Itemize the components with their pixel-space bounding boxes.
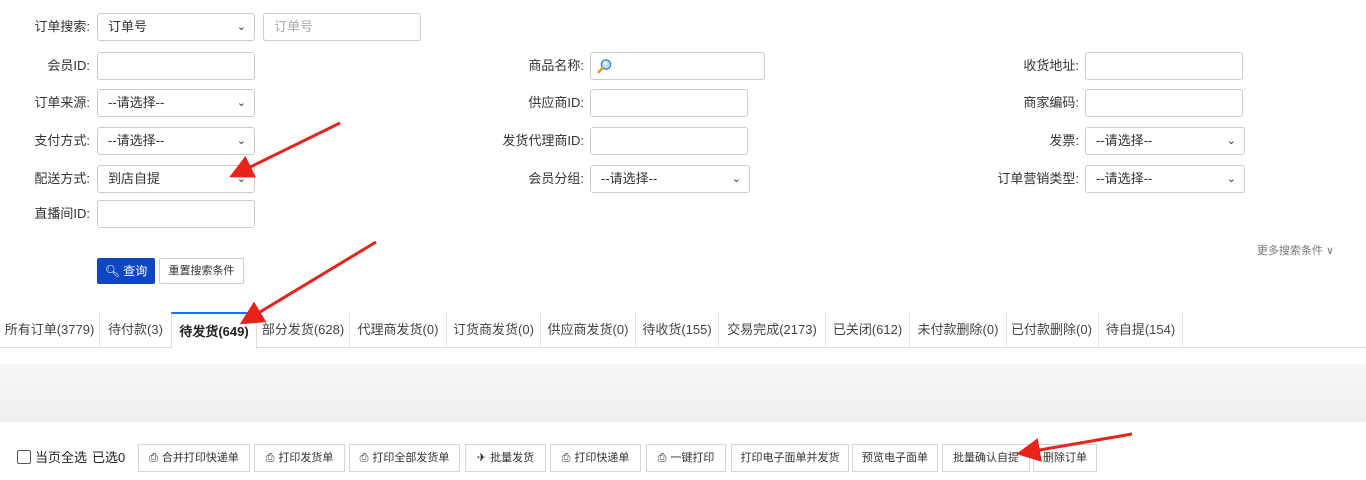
payment-select[interactable]: --请选择-- ⌄	[97, 127, 255, 155]
select-all-label[interactable]: 当页全选	[35, 444, 87, 472]
chevron-down-icon: ⌄	[1226, 173, 1236, 185]
bulk-button-label: 打印快递单	[574, 452, 630, 464]
bulk-button-6[interactable]: 打印电子面单并发货	[731, 444, 849, 472]
invoice-select[interactable]: --请选择-- ⌄	[1085, 127, 1245, 155]
chevron-down-icon: ⌄	[1226, 135, 1236, 147]
selected-count: 已选0	[92, 450, 126, 465]
annotation-arrow-delivery	[229, 121, 341, 178]
bulk-button-label: 批量确认自提	[953, 452, 1019, 464]
bulk-button-label: 预览电子面单	[862, 452, 928, 464]
bulk-button-5[interactable]: ⎙ 一键打印	[646, 444, 726, 472]
bulk-button-2[interactable]: ⎙ 打印全部发货单	[349, 444, 460, 472]
delivery-select[interactable]: 到店自提 ⌄	[97, 165, 255, 193]
bulk-button-label: 合并打印快递单	[161, 452, 239, 464]
printer-icon: ⎙	[149, 452, 158, 464]
select-all-checkbox[interactable]	[17, 450, 31, 464]
order-search-label: 订单搜索:	[34, 19, 90, 34]
bulk-button-label: 打印电子面单并发货	[740, 452, 840, 464]
product-name-label: 商品名称:	[528, 58, 584, 73]
order-status-tabs: 所有订单(3779) 待付款(3) 待发货(649) 部分发货(628) 代理商发货(0…	[0, 312, 1366, 349]
search-icon: 🔍︎	[104, 264, 120, 278]
bulk-button-label: 批量发货	[490, 452, 535, 464]
member-group-label: 会员分组:	[528, 171, 584, 186]
agent-id-input[interactable]	[590, 127, 748, 155]
tab-4[interactable]: 代理商发货(0)	[350, 312, 447, 348]
printer-icon: ⎙	[657, 452, 667, 464]
supplier-id-input[interactable]	[590, 89, 748, 117]
chevron-down-icon: ⌄	[236, 97, 246, 109]
query-button[interactable]: 🔍︎ 查询	[97, 258, 155, 284]
live-room-id-input[interactable]	[97, 200, 255, 228]
tab-10[interactable]: 未付款删除(0)	[910, 312, 1007, 348]
tab-11[interactable]: 已付款删除(0)	[1005, 312, 1099, 348]
bulk-button-9[interactable]: 删除订单	[1033, 444, 1097, 472]
bulk-button-8[interactable]: 批量确认自提	[942, 444, 1030, 472]
bulk-button-label: 一键打印	[670, 452, 715, 464]
chevron-down-icon: ⌄	[236, 173, 246, 185]
plane-icon: ✈	[476, 452, 487, 464]
payment-label: 支付方式:	[34, 133, 90, 148]
double-chevron-down-icon: ∨	[1325, 245, 1334, 257]
search-icon	[597, 59, 612, 74]
tab-6[interactable]: 供应商发货(0)	[541, 312, 636, 348]
address-label: 收货地址:	[1023, 58, 1079, 73]
order-search-type-select[interactable]: 订单号 ⌄	[97, 13, 255, 41]
chevron-down-icon: ⌄	[236, 135, 246, 147]
merchant-code-input[interactable]	[1085, 89, 1243, 117]
invoice-label: 发票:	[1049, 133, 1079, 148]
delivery-label: 配送方式:	[34, 171, 90, 186]
order-source-select[interactable]: --请选择-- ⌄	[97, 89, 255, 117]
printer-icon: ⎙	[359, 452, 369, 464]
member-group-select[interactable]: --请选择-- ⌄	[590, 165, 750, 193]
bulk-action-bar: 当页全选 已选0 ⎙ 合并打印快递单 ⎙ 打印发货单 ⎙ 打印全部发货单 ✈ 批量发货 ⎙ 打印快…	[0, 444, 1366, 472]
live-room-id-label: 直播间ID:	[34, 206, 90, 221]
filter-bar	[0, 364, 1366, 422]
member-id-input[interactable]	[97, 52, 255, 80]
tab-12[interactable]: 待自提(154)	[1099, 312, 1183, 348]
bulk-button-label: 删除订单	[1043, 452, 1087, 464]
tab-2[interactable]: 待发货(649)	[171, 312, 257, 349]
bulk-button-label: 打印全部发货单	[372, 452, 450, 464]
printer-icon: ⎙	[265, 452, 275, 464]
more-search-conditions-link[interactable]: 更多搜索条件 ∨	[1257, 242, 1334, 258]
bulk-button-3[interactable]: ✈ 批量发货	[465, 444, 546, 472]
address-input[interactable]	[1085, 52, 1243, 80]
merchant-code-label: 商家编码:	[1023, 95, 1079, 110]
order-source-label: 订单来源:	[34, 95, 90, 110]
product-name-input[interactable]	[590, 52, 765, 80]
marketing-type-select[interactable]: --请选择-- ⌄	[1085, 165, 1245, 193]
bulk-button-4[interactable]: ⎙ 打印快递单	[550, 444, 641, 472]
order-search-input[interactable]: 订单号	[263, 13, 421, 41]
tab-3[interactable]: 部分发货(628)	[257, 312, 350, 348]
agent-id-label: 发货代理商ID:	[502, 133, 584, 148]
reset-search-button[interactable]: 重置搜索条件	[159, 258, 244, 284]
tab-0[interactable]: 所有订单(3779)	[0, 312, 100, 348]
tab-5[interactable]: 订货商发货(0)	[447, 312, 541, 348]
chevron-down-icon: ⌄	[731, 173, 741, 185]
tab-9[interactable]: 已关闭(612)	[826, 312, 910, 348]
bulk-button-1[interactable]: ⎙ 打印发货单	[254, 444, 345, 472]
supplier-id-label: 供应商ID:	[528, 95, 584, 110]
bulk-button-0[interactable]: ⎙ 合并打印快递单	[138, 444, 250, 472]
member-id-label: 会员ID:	[47, 58, 90, 73]
chevron-down-icon: ⌄	[236, 21, 246, 33]
tab-7[interactable]: 待收货(155)	[636, 312, 719, 348]
tab-1[interactable]: 待付款(3)	[100, 312, 172, 348]
annotation-arrow-tab	[239, 240, 377, 325]
bulk-button-label: 打印发货单	[278, 452, 334, 464]
printer-icon: ⎙	[561, 452, 571, 464]
tab-8[interactable]: 交易完成(2173)	[719, 312, 826, 348]
bulk-button-7[interactable]: 预览电子面单	[852, 444, 938, 472]
marketing-type-label: 订单营销类型:	[997, 171, 1079, 186]
